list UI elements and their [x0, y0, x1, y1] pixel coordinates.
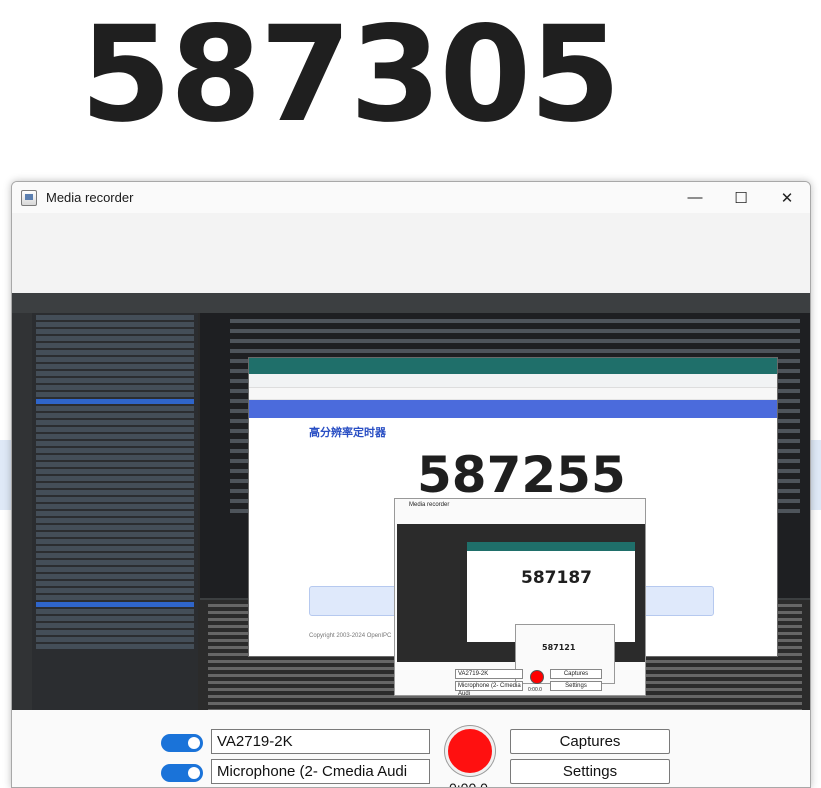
- nested-record-button: [530, 670, 544, 684]
- background-page-strip-right: [811, 440, 821, 510]
- recorder-controls: VA2719-2K Microphone (2- Cmedia Audi 0:0…: [12, 710, 810, 788]
- site-footer: Copyright 2003-2024 OpenIPC: [309, 633, 392, 639]
- video-source-field[interactable]: VA2719-2K: [211, 729, 430, 754]
- background-page-strip-left: [0, 440, 11, 510]
- preview-screenshot: 高分辨率定时器 587255 Copyright 2003-2024 OpenI…: [12, 293, 810, 712]
- nested-settings-button: Settings: [550, 681, 602, 691]
- close-button[interactable]: ✕: [764, 182, 810, 213]
- record-button[interactable]: [445, 726, 495, 776]
- nested-audio-source: Microphone (2- Cmedia Audi: [455, 681, 523, 697]
- window-title: Media recorder: [46, 190, 134, 205]
- captures-button[interactable]: Captures: [510, 729, 670, 754]
- video-toggle[interactable]: [161, 734, 203, 752]
- site-navbar: [249, 400, 777, 418]
- audio-toggle[interactable]: [161, 764, 203, 782]
- site-heading: 高分辨率定时器: [309, 427, 386, 439]
- capture-preview: 高分辨率定时器 587255 Copyright 2003-2024 OpenI…: [12, 213, 810, 712]
- audio-source-field[interactable]: Microphone (2- Cmedia Audi: [211, 759, 430, 784]
- nested-title: Media recorder: [409, 502, 450, 508]
- browser-timer: 587255: [417, 446, 626, 504]
- nested-recorder-window: Media recorder 587187 587121 VA2719-2K M…: [394, 498, 646, 697]
- browser-tabs: [249, 358, 777, 374]
- ide-toolbar: [12, 293, 810, 313]
- title-bar[interactable]: Media recorder — ☐ ✕: [12, 182, 810, 213]
- nested-captures-button: Captures: [550, 669, 602, 679]
- nested-elapsed: 0:00.0: [528, 687, 542, 693]
- settings-button[interactable]: Settings: [510, 759, 670, 784]
- app-icon: [21, 189, 37, 206]
- minimize-button[interactable]: —: [672, 182, 718, 213]
- browser-bookmarks-bar: [249, 388, 777, 400]
- nested-video-source: VA2719-2K: [455, 669, 523, 679]
- nested-preview: 587187 587121: [397, 524, 645, 684]
- ide-sidebar: [12, 313, 32, 710]
- media-recorder-window: Media recorder — ☐ ✕ 高分辨率定时器 587255 Copy…: [11, 181, 811, 788]
- background-timer: 587305: [80, 0, 621, 152]
- nested-timer: 587187: [521, 568, 592, 588]
- browser-url-bar: [249, 374, 777, 388]
- elapsed-time: 0:00.0: [449, 780, 488, 788]
- nested-controls: VA2719-2K Microphone (2- Cmedia Audi 0:0…: [395, 665, 645, 697]
- nested-inner-timer: 587121: [542, 643, 576, 652]
- ide-project-tree: [32, 313, 198, 710]
- maximize-button[interactable]: ☐: [718, 182, 764, 213]
